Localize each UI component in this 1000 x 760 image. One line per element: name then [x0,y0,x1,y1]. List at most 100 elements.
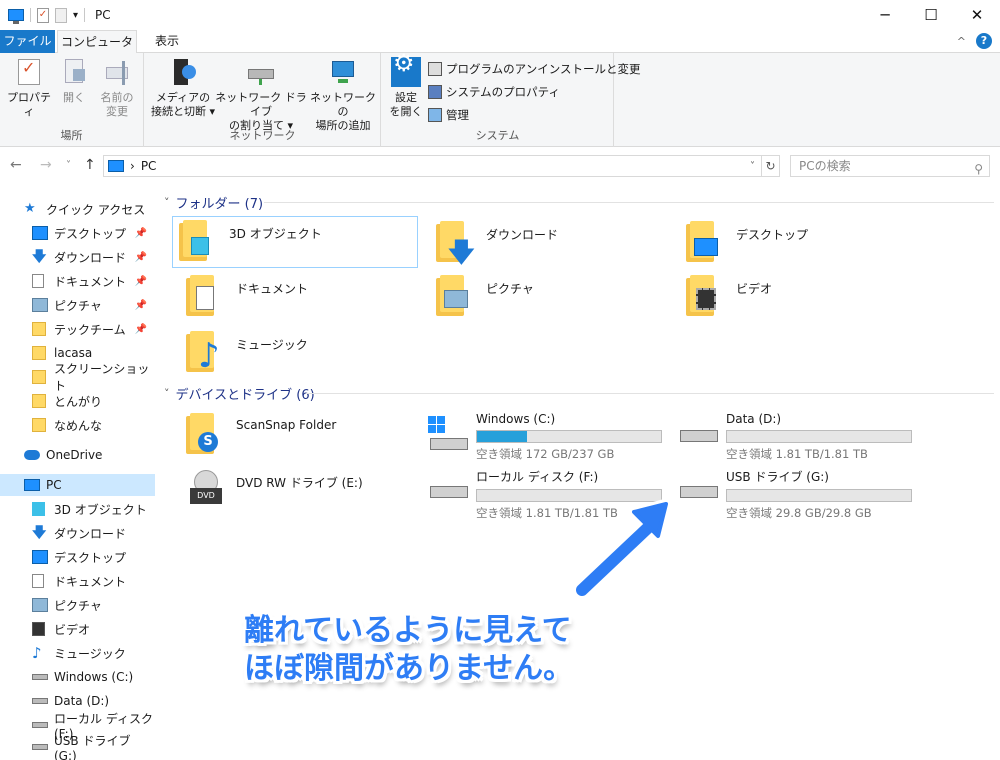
drive-icon [32,722,48,728]
qat-dropdown-icon[interactable]: ▾ [73,10,78,21]
sidebar-item-pc-downloads[interactable]: 🡇 ダウンロード [0,522,155,544]
manage-icon [428,108,442,122]
network-location-icon [328,57,358,87]
pc-icon[interactable] [8,9,24,24]
sidebar-item-pc-documents[interactable]: ドキュメント [0,570,155,592]
search-input[interactable]: PCの検索 ⚲ [790,155,990,177]
sidebar-item-drive-g[interactable]: USB ドライブ (G:) [0,734,155,760]
folder-tile-pictures[interactable]: ピクチャ [430,272,675,324]
minimize-button[interactable]: ─ [862,0,908,30]
tab-computer[interactable]: コンピューター [57,30,137,72]
tab-file[interactable]: ファイル [0,30,55,53]
pin-icon: 📌 [134,227,147,239]
scansnap-folder-tile[interactable]: S ScanSnap Folder [180,410,425,462]
folder-tile-videos[interactable]: ビデオ [680,272,925,324]
group-divider [264,202,994,203]
sidebar-item-3d-objects[interactable]: 3D オブジェクト [0,498,155,520]
sidebar-item-quick-access[interactable]: ★ クイック アクセス [0,198,155,220]
drive-icon [674,410,722,458]
address-dropdown-icon[interactable]: ˅ [750,161,755,172]
separator [84,8,86,22]
sidebar-item-music[interactable]: ♪ ミュージック [0,642,155,664]
document-icon [32,574,44,588]
sidebar-item-pc-pictures[interactable]: ピクチャ [0,594,155,616]
drive-tile-c[interactable]: Windows (C:) 空き領域 172 GB/237 GB [424,410,662,462]
sidebar-item-videos[interactable]: ビデオ [0,618,155,640]
collapse-ribbon-icon[interactable]: ^ [957,35,966,48]
sidebar-item-tech-team[interactable]: テックチーム 📌 [0,318,155,340]
folder-pictures-icon [430,272,478,320]
help-icon[interactable]: ? [976,33,992,49]
star-icon: ★ [24,201,36,216]
properties-icon: ✓ [14,57,44,87]
rename-icon [102,57,132,87]
manage-button[interactable]: 管理 [428,107,469,123]
add-network-location-button[interactable]: ネットワークの 場所の追加 [309,57,377,133]
navigation-bar: ← → ˅ ↑ › PC ˅ ↻ PCの検索 ⚲ [0,153,1000,179]
breadcrumb-pc[interactable]: PC [141,159,157,173]
rename-button[interactable]: 名前の 変更 [94,57,140,119]
sidebar-item-drive-c[interactable]: Windows (C:) [0,666,155,688]
chevron-down-icon: ˅ [164,387,170,400]
media-server-icon [168,57,198,87]
folders-group-header[interactable]: ˅ フォルダー (7) [164,193,263,212]
devices-group-header[interactable]: ˅ デバイスとドライブ (6) [164,384,315,403]
sidebar-item-onedrive[interactable]: OneDrive [0,444,155,466]
pin-icon: 📌 [134,251,147,263]
address-bar[interactable]: › PC ˅ [103,155,762,177]
folder-tile-desktop[interactable]: デスクトップ [680,218,925,270]
folder-icon [32,418,46,432]
sidebar-item-pc-desktop[interactable]: デスクトップ [0,546,155,568]
back-button[interactable]: ← [10,157,22,173]
forward-button[interactable]: → [40,157,52,173]
system-properties-icon [428,85,442,99]
dvd-drive-tile[interactable]: DVD DVD RW ドライブ (E:) [180,466,425,518]
desktop-icon [32,550,48,564]
title-bar: ✓ ▾ PC ─ ☐ ✕ [0,0,1000,30]
up-button[interactable]: ↑ [84,157,96,173]
drive-name: Windows (C:) [476,412,556,426]
folder-tile-3d-objects[interactable]: 3D オブジェクト [172,216,418,268]
download-icon: 🡇 [32,249,47,265]
sidebar-item-namenna[interactable]: なめんな [0,414,155,436]
picture-icon [32,598,48,612]
tab-view[interactable]: 表示 [140,30,194,53]
folder-icon [32,322,46,336]
separator [30,8,31,22]
drive-tile-d[interactable]: Data (D:) 空き領域 1.81 TB/1.81 TB [674,410,912,462]
sidebar-item-pc[interactable]: PC [0,474,155,496]
folder-music-icon: ♪ [180,328,228,376]
cube-icon [32,502,45,516]
sidebar-item-pictures[interactable]: ピクチャ 📌 [0,294,155,316]
film-icon [32,622,45,636]
sidebar-item-documents[interactable]: ドキュメント 📌 [0,270,155,292]
storage-bar [726,430,912,443]
open-icon [59,57,89,87]
picture-icon [32,298,48,312]
recent-locations-dropdown[interactable]: ˅ [66,160,71,171]
map-network-drive-button[interactable]: ネットワーク ドライブ の割り当て ▾ [215,57,307,133]
uninstall-programs-button[interactable]: プログラムのアンインストールと変更 [428,61,640,77]
maximize-button[interactable]: ☐ [908,0,954,30]
sidebar-item-tongari[interactable]: とんがり [0,390,155,412]
media-connect-button[interactable]: メディアの 接続と切断 ▾ [149,57,217,119]
sidebar-item-desktop[interactable]: デスクトップ 📌 [0,222,155,244]
drive-tile-g[interactable]: USB ドライブ (G:) 空き領域 29.8 GB/29.8 GB [674,466,912,521]
folder-tile-music[interactable]: ♪ ミュージック [180,328,425,380]
sidebar-item-screenshots[interactable]: スクリーンショット [0,362,155,393]
document-icon [32,274,44,288]
sidebar-item-downloads[interactable]: 🡇 ダウンロード 📌 [0,246,155,268]
refresh-button[interactable]: ↻ [762,155,780,177]
open-settings-button[interactable]: ⚙ 設定 を開く [386,51,426,119]
properties-button[interactable]: ✓ プロパティ [6,57,52,119]
folder-documents-icon [180,272,228,320]
folder-tile-downloads[interactable]: 🡇 ダウンロード [430,218,675,270]
system-properties-button[interactable]: システムのプロパティ [428,84,560,100]
properties-quick-icon[interactable]: ✓ [37,7,49,23]
annotation-text: 離れているように見えて ほぼ隙間がありません。 [244,613,574,686]
close-button[interactable]: ✕ [954,0,1000,30]
drive-icon [32,674,48,680]
folder-tile-documents[interactable]: ドキュメント [180,272,425,324]
open-button[interactable]: 開く [56,57,92,105]
new-folder-quick-icon[interactable] [55,7,67,23]
